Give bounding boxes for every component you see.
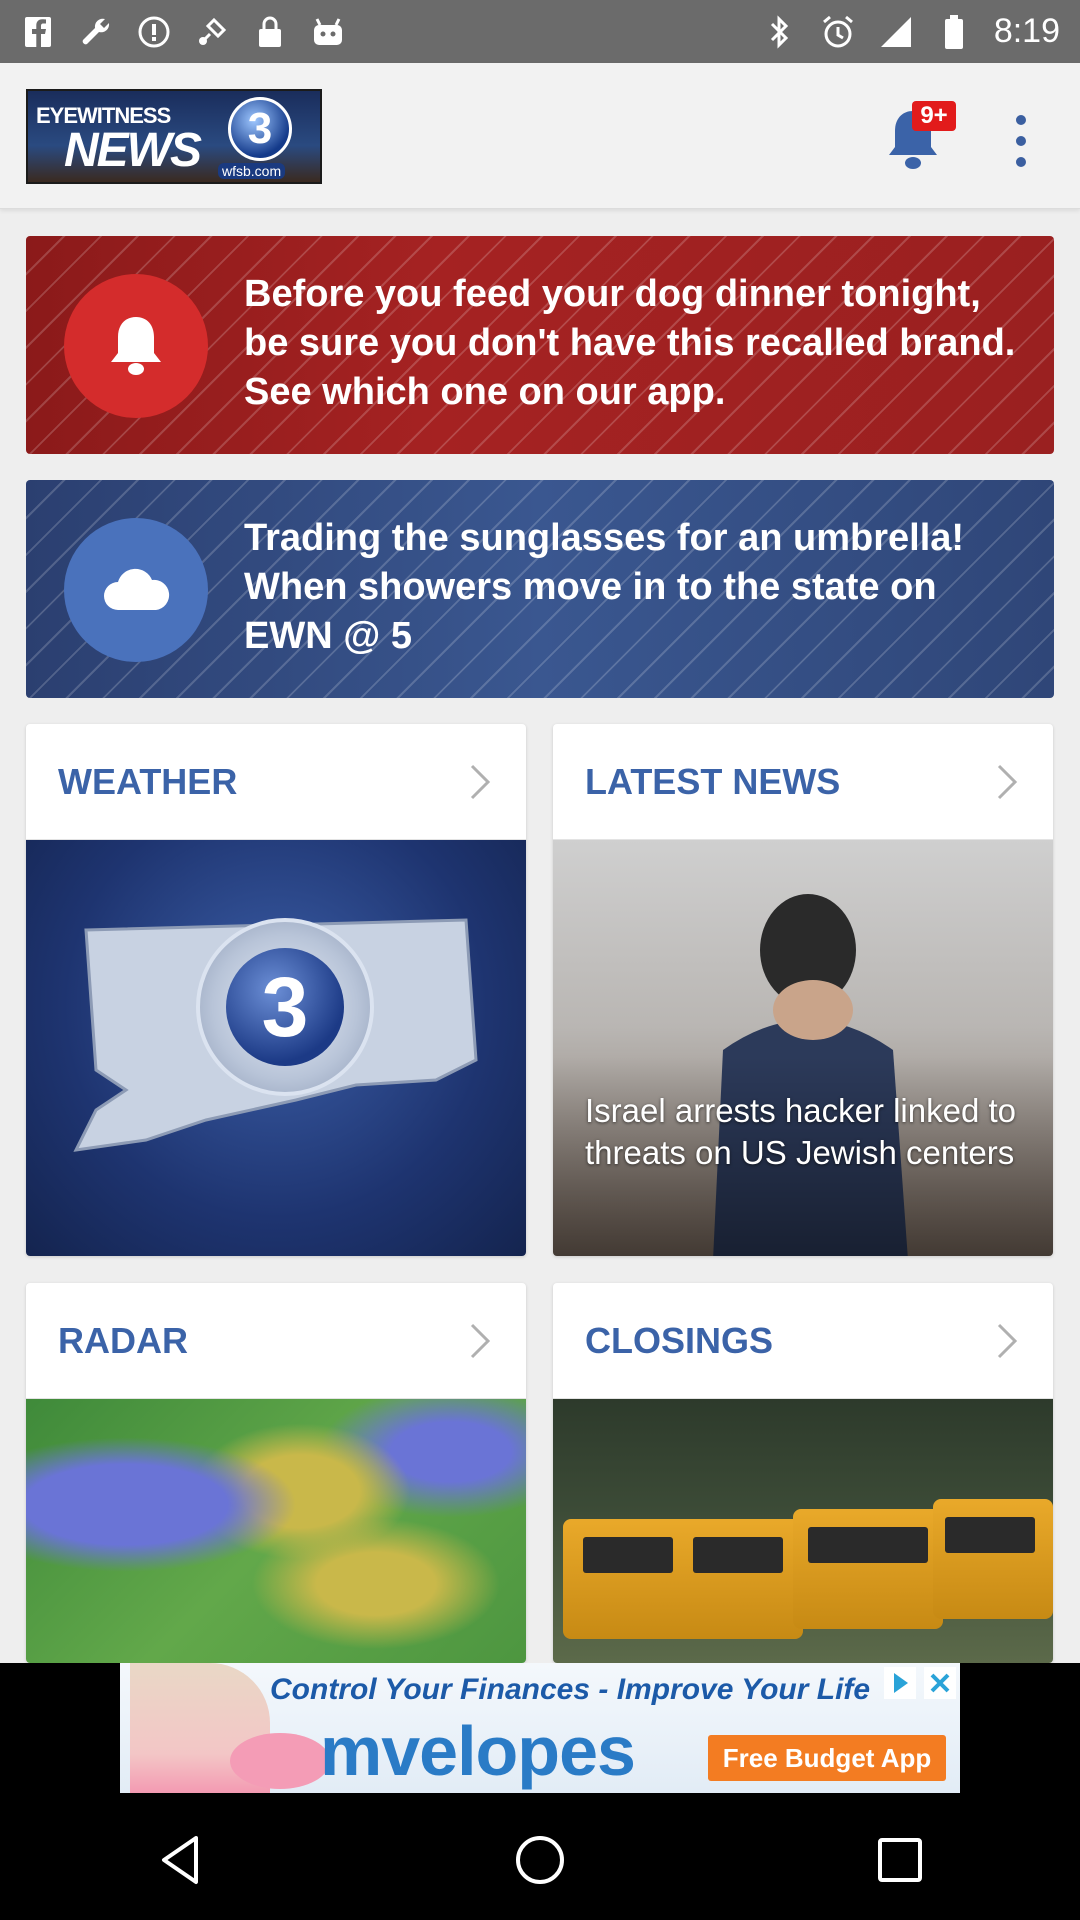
school-bus — [933, 1499, 1053, 1619]
close-icon[interactable] — [924, 1667, 956, 1699]
tile-closings[interactable]: CLOSINGS — [553, 1283, 1053, 1663]
logo-number: 3 — [228, 97, 292, 161]
alert-banner-recall[interactable]: Before you feed your dog dinner tonight,… — [26, 236, 1054, 454]
ad-brand: mvelopes — [320, 1712, 636, 1790]
alert-icon — [136, 14, 172, 50]
overflow-dot — [1016, 157, 1026, 167]
back-button[interactable] — [140, 1820, 220, 1900]
system-nav-bar — [0, 1800, 1080, 1920]
clock: 8:19 — [993, 12, 1060, 50]
ad-banner[interactable]: Control Your Finances - Improve Your Lif… — [120, 1663, 960, 1793]
chevron-right-icon — [997, 764, 1018, 799]
alert-text: Trading the sunglasses for an umbrella! … — [244, 517, 965, 657]
ad-cta-button[interactable]: Free Budget App — [708, 1735, 946, 1781]
school-bus — [793, 1509, 943, 1629]
channel-3-emblem: 3 — [196, 918, 374, 1096]
tile-header[interactable]: WEATHER — [26, 724, 526, 840]
facebook-icon — [20, 14, 56, 50]
chevron-right-icon — [470, 1323, 491, 1358]
cloud-icon — [64, 518, 208, 662]
tile-radar[interactable]: RADAR — [26, 1283, 526, 1663]
school-bus — [563, 1519, 803, 1639]
news-image[interactable]: Israel arrests hacker linked to threats … — [553, 840, 1053, 1256]
weather-image: 3 — [26, 840, 526, 1256]
robot-icon — [310, 14, 346, 50]
radar-map-image — [26, 1399, 526, 1663]
emblem-number: 3 — [226, 948, 344, 1066]
lock-icon — [252, 14, 288, 50]
tile-header[interactable]: LATEST NEWS — [553, 724, 1053, 840]
overflow-dot — [1016, 136, 1026, 146]
logo-site: wfsb.com — [218, 163, 286, 179]
fake-gps-icon — [194, 14, 230, 50]
overflow-menu-icon[interactable] — [1006, 115, 1036, 167]
adchoices-icon[interactable] — [884, 1667, 916, 1699]
school-buses-image — [553, 1399, 1053, 1663]
overflow-dot — [1016, 115, 1026, 125]
ad-bar: Control Your Finances - Improve Your Lif… — [0, 1663, 1080, 1800]
tile-weather[interactable]: WEATHER 3 — [26, 724, 526, 1256]
tile-title: LATEST NEWS — [585, 760, 841, 802]
logo-line2: NEWS — [64, 124, 202, 177]
home-button[interactable] — [500, 1820, 580, 1900]
app-bar: EYEWITNESS NEWS 3 wfsb.com 9+ — [0, 63, 1080, 209]
bell-icon — [64, 274, 208, 418]
signal-icon — [878, 14, 914, 50]
chevron-right-icon — [470, 764, 491, 799]
tile-title: WEATHER — [58, 760, 238, 802]
alert-text: Before you feed your dog dinner tonight,… — [244, 273, 1016, 413]
tile-header[interactable]: CLOSINGS — [553, 1283, 1053, 1399]
tile-header[interactable]: RADAR — [26, 1283, 526, 1399]
home-icon — [516, 1836, 564, 1884]
tile-title: RADAR — [58, 1319, 188, 1361]
news-caption: Israel arrests hacker linked to threats … — [585, 1092, 1017, 1171]
tile-title: CLOSINGS — [585, 1319, 774, 1361]
piggy-bank-graphic — [230, 1733, 330, 1789]
chevron-right-icon — [997, 1323, 1018, 1358]
ad-headline: Control Your Finances - Improve Your Lif… — [270, 1673, 871, 1706]
status-bar: 8:19 — [0, 0, 1080, 63]
back-icon — [162, 1836, 198, 1884]
alert-banner-weather[interactable]: Trading the sunglasses for an umbrella! … — [26, 480, 1054, 698]
battery-icon — [936, 14, 972, 50]
notification-badge: 9+ — [912, 101, 956, 131]
wrench-icon — [78, 14, 114, 50]
alarm-icon — [820, 14, 856, 50]
app-logo[interactable]: EYEWITNESS NEWS 3 wfsb.com — [26, 89, 322, 184]
tile-latest-news[interactable]: LATEST NEWS Israel arrests hacker linked… — [553, 724, 1053, 1256]
bluetooth-icon — [762, 14, 798, 50]
recents-button[interactable] — [860, 1820, 940, 1900]
recents-icon — [878, 1838, 922, 1882]
